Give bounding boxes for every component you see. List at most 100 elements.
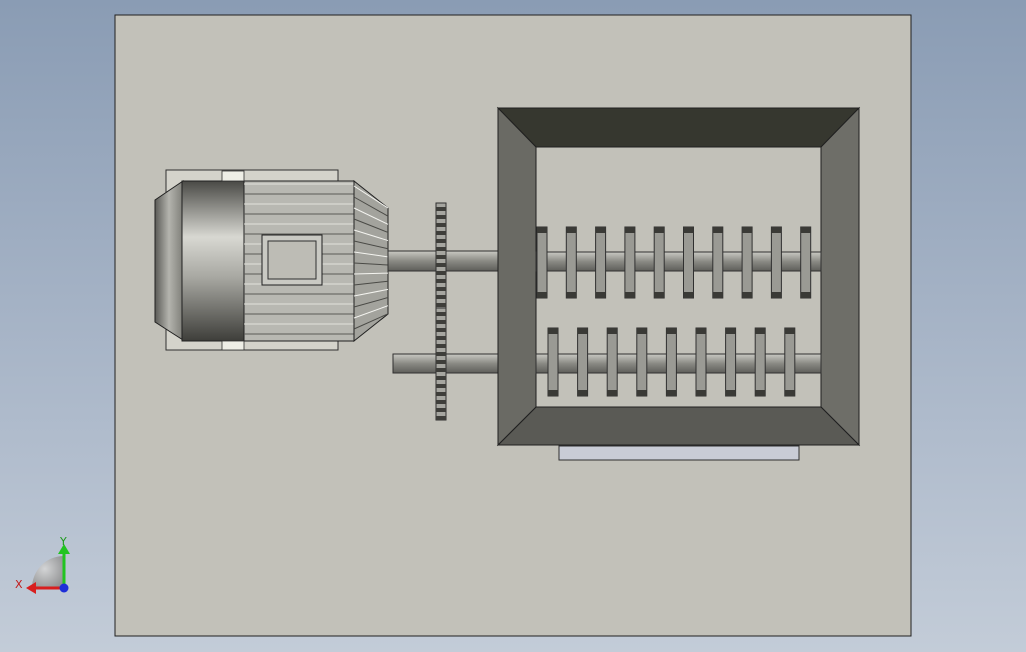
motor-terminal-box-cover (267, 240, 317, 280)
sprocket-tooth (436, 320, 446, 324)
motor-bell-housing (181, 180, 245, 342)
sprocket-tooth (436, 360, 446, 364)
blade-tip (654, 227, 665, 233)
cutter-blade (595, 226, 607, 299)
blade-tip (800, 227, 811, 233)
hopper-wall-bottom (496, 406, 861, 446)
cutter-blade (712, 226, 724, 299)
sprocket-tooth (436, 384, 446, 388)
lower-cutter-blades (547, 327, 796, 397)
blade-tip (636, 328, 647, 334)
cutter-blade (547, 327, 559, 397)
blade-tip (624, 227, 635, 233)
blade-tip (683, 292, 694, 298)
sprocket-tooth (436, 255, 446, 259)
cutter-blade (741, 226, 753, 299)
sprocket-tooth (436, 279, 446, 283)
blade-tip (683, 227, 694, 233)
cutter-blade (536, 226, 548, 299)
cutter-blade (754, 327, 766, 397)
sprocket-tooth (436, 271, 446, 275)
blade-tip (784, 390, 795, 396)
y-axis-label: Y (59, 535, 67, 548)
blade-tip (566, 292, 577, 298)
blade-tip (712, 292, 723, 298)
blade-tip (537, 292, 547, 298)
cutter-blade (683, 226, 694, 299)
motor-foot-highlight-lower (221, 340, 245, 351)
hopper-wall-top (496, 107, 861, 148)
blade-tip (537, 227, 547, 233)
blade-tip (607, 328, 618, 334)
sprocket-tooth (436, 239, 446, 243)
z-axis-dot (59, 583, 69, 593)
blade-tip (607, 390, 618, 396)
lower-sprocket (435, 307, 447, 421)
sprocket-tooth (436, 312, 446, 316)
cutter-blade (695, 327, 707, 397)
sprocket-tooth (436, 247, 446, 251)
x-axis-label: X (15, 578, 23, 591)
blade-tip (666, 390, 677, 396)
hopper-wall-right (820, 106, 860, 447)
model-viewport[interactable]: Y X (0, 0, 1026, 652)
blade-tip (725, 390, 736, 396)
blade-tip (595, 292, 606, 298)
sprocket-tooth (436, 408, 446, 412)
sprocket-tooth (436, 392, 446, 396)
cutter-blade (577, 327, 589, 397)
sprocket-tooth (436, 344, 446, 348)
blade-tip (666, 328, 677, 334)
sprocket-tooth (436, 400, 446, 404)
sprocket-tooth (436, 215, 446, 219)
cutter-blade (800, 226, 812, 299)
blade-tip (742, 227, 753, 233)
sprocket-tooth (436, 368, 446, 372)
cutter-blade (624, 226, 636, 299)
blade-tip (712, 227, 723, 233)
electric-motor[interactable] (154, 169, 389, 351)
sprocket-body (435, 202, 447, 321)
outlet-plate (558, 445, 800, 461)
sprocket-tooth (436, 352, 446, 356)
blade-tip (771, 292, 782, 298)
blade-tip (755, 390, 766, 396)
sprocket-tooth (436, 263, 446, 267)
x-axis-arrow-head (26, 582, 36, 594)
upper-sprocket (435, 202, 447, 321)
sprocket-tooth (436, 223, 446, 227)
blade-tip (696, 328, 706, 334)
motor-foot-highlight (221, 170, 245, 182)
motor-end-cap (154, 180, 184, 341)
sprocket-tooth (436, 336, 446, 340)
cutter-blade (784, 327, 796, 397)
blade-tip (742, 292, 753, 298)
blade-tip (784, 328, 795, 334)
blade-tip (725, 328, 736, 334)
blade-tip (577, 328, 588, 334)
sprocket-tooth (436, 231, 446, 235)
sprocket-tooth (436, 303, 446, 307)
blade-tip (595, 227, 606, 233)
hopper-wall-left (497, 106, 537, 447)
blade-tip (636, 390, 647, 396)
blade-tip (696, 390, 706, 396)
cutter-blade (770, 226, 782, 299)
cutter-blade (636, 327, 648, 397)
cutter-blade (606, 327, 618, 397)
sprocket-tooth (436, 287, 446, 291)
blade-tip (577, 390, 588, 396)
view-orientation-triad[interactable]: Y X (15, 535, 70, 594)
cutter-blade (565, 226, 577, 299)
blade-tip (800, 292, 811, 298)
blade-tip (624, 292, 635, 298)
blade-tip (566, 227, 577, 233)
triad-xy-plane (32, 556, 64, 588)
blade-tip (654, 292, 665, 298)
sprocket-tooth (436, 207, 446, 211)
sprocket-tooth (436, 376, 446, 380)
blade-tip (548, 328, 558, 334)
blade-tip (771, 227, 782, 233)
cutter-blade (665, 327, 677, 397)
cutter-blade (725, 327, 737, 397)
